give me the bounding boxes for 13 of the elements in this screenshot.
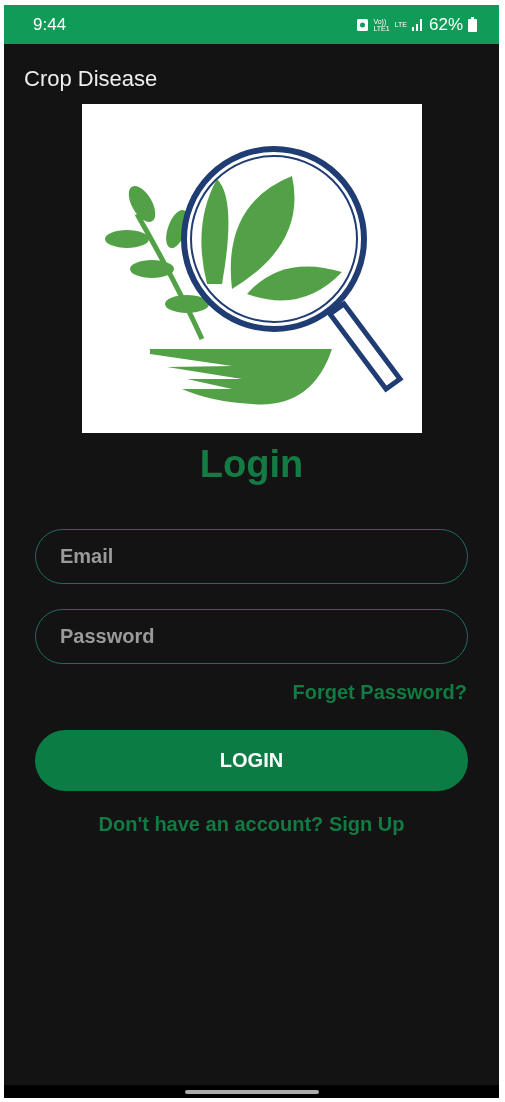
battery-icon <box>468 17 477 32</box>
status-time: 9:44 <box>33 14 67 35</box>
battery-percentage: 62% <box>428 14 463 35</box>
battery-saver-icon <box>357 18 369 31</box>
email-field[interactable]: Email <box>35 529 468 584</box>
signup-link[interactable]: Don't have an account? Sign Up <box>98 813 405 836</box>
signal-icon <box>411 18 424 31</box>
password-field[interactable]: Password <box>35 609 468 664</box>
app-title: Crop Disease <box>24 66 158 92</box>
home-handle[interactable] <box>184 1089 319 1094</box>
login-button[interactable]: LOGIN <box>35 730 468 791</box>
login-heading: Login <box>199 443 304 486</box>
forgot-password-link[interactable]: Forget Password? <box>292 681 467 704</box>
